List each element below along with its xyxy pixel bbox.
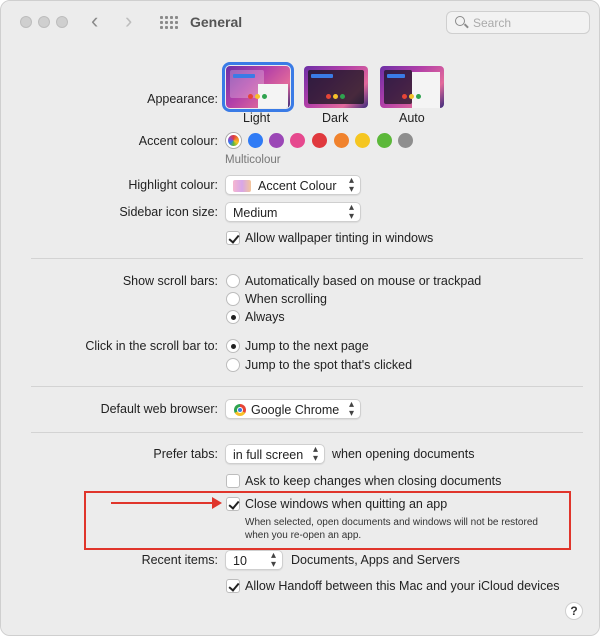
annotation-arrow-icon xyxy=(111,497,222,509)
close-window-button[interactable] xyxy=(20,16,32,28)
sidebar-icon-size-popup[interactable]: Medium ▴ ▾ xyxy=(225,202,361,222)
appearance-dark-thumbnail[interactable] xyxy=(304,66,368,108)
recent-items-suffix: Documents, Apps and Servers xyxy=(291,553,460,567)
show-scroll-bars-label: Show scroll bars: xyxy=(122,274,218,288)
close-windows-note-line1: When selected, open documents and window… xyxy=(245,517,538,528)
accent-colour-label: Accent colour: xyxy=(138,134,218,148)
accent-green-swatch[interactable] xyxy=(377,133,392,148)
search-icon xyxy=(455,16,465,26)
scroll-bars-automatic-radio[interactable] xyxy=(226,274,240,288)
accent-pink-swatch[interactable] xyxy=(290,133,305,148)
chevron-updown-icon: ▴ ▾ xyxy=(348,175,354,195)
wallpaper-tinting-checkbox[interactable] xyxy=(226,231,240,245)
appearance-auto-label: Auto xyxy=(399,111,425,125)
appearance-dark-label: Dark xyxy=(322,111,349,125)
recent-items-label: Recent items: xyxy=(141,553,218,567)
chevron-updown-icon: ▴ ▾ xyxy=(270,550,276,570)
highlight-colour-popup[interactable]: Accent Colour ▴ ▾ xyxy=(225,175,361,195)
window-title: General xyxy=(190,14,243,30)
appearance-light-label: Light xyxy=(243,111,271,125)
prefer-tabs-popup[interactable]: in full screen ▴ ▾ xyxy=(225,444,325,464)
accent-yellow-swatch[interactable] xyxy=(355,133,370,148)
click-spot-label: Jump to the spot that's clicked xyxy=(245,358,413,372)
chrome-icon xyxy=(234,404,246,416)
separator xyxy=(31,386,583,387)
ask-keep-changes-label: Ask to keep changes when closing documen… xyxy=(245,474,502,488)
general-pane: Appearance: Light Dark Auto Accent colou… xyxy=(1,45,599,635)
chevron-right-icon[interactable]: › xyxy=(125,10,132,32)
accent-red-swatch[interactable] xyxy=(312,133,327,148)
highlight-colour-value: Accent Colour xyxy=(258,179,337,193)
click-next-page-label: Jump to the next page xyxy=(245,339,369,353)
default-browser-value: Google Chrome xyxy=(251,403,340,417)
chevron-updown-icon: ▴ ▾ xyxy=(348,202,354,222)
handoff-label: Allow Handoff between this Mac and your … xyxy=(245,579,560,593)
highlight-swatch-icon xyxy=(233,180,251,192)
appearance-light-thumbnail[interactable] xyxy=(222,62,294,112)
click-scroll-bar-label: Click in the scroll bar to: xyxy=(85,339,218,353)
default-browser-label: Default web browser: xyxy=(100,402,218,416)
accent-purple-swatch[interactable] xyxy=(269,133,284,148)
scroll-bars-always-radio[interactable] xyxy=(226,310,240,324)
appearance-auto-thumbnail[interactable] xyxy=(380,66,444,108)
default-browser-popup[interactable]: Google Chrome ▴ ▾ xyxy=(225,399,361,419)
prefer-tabs-suffix: when opening documents xyxy=(332,447,475,461)
click-next-page-radio[interactable] xyxy=(226,339,240,353)
recent-items-popup[interactable]: 10 ▴ ▾ xyxy=(225,550,283,570)
accent-blue-swatch[interactable] xyxy=(248,133,263,148)
handoff-checkbox[interactable] xyxy=(226,579,240,593)
preferences-window: ‹ › General Search Appearance: Light Dar… xyxy=(0,0,600,636)
prefer-tabs-value: in full screen xyxy=(233,448,304,462)
chevron-updown-icon: ▴ ▾ xyxy=(348,399,354,419)
prefer-tabs-label: Prefer tabs: xyxy=(153,447,218,461)
zoom-window-button[interactable] xyxy=(56,16,68,28)
accent-multicolour-swatch[interactable] xyxy=(226,133,241,148)
ask-keep-changes-checkbox[interactable] xyxy=(226,474,240,488)
scroll-bars-always-label: Always xyxy=(245,310,285,324)
recent-items-value: 10 xyxy=(233,554,247,568)
minimize-window-button[interactable] xyxy=(38,16,50,28)
close-windows-note-line2: when you re-open an app. xyxy=(245,530,362,541)
wallpaper-tinting-label: Allow wallpaper tinting in windows xyxy=(245,231,434,245)
accent-orange-swatch[interactable] xyxy=(334,133,349,148)
help-button[interactable]: ? xyxy=(565,602,583,620)
separator xyxy=(31,258,583,259)
accent-graphite-swatch[interactable] xyxy=(398,133,413,148)
search-input[interactable]: Search xyxy=(446,11,590,34)
search-placeholder: Search xyxy=(473,16,512,30)
click-spot-radio[interactable] xyxy=(226,358,240,372)
accent-selected-name: Multicolour xyxy=(225,154,281,166)
chevron-left-icon[interactable]: ‹ xyxy=(91,10,98,32)
scroll-bars-automatic-label: Automatically based on mouse or trackpad xyxy=(245,274,482,288)
show-all-grid-icon[interactable] xyxy=(160,16,178,30)
appearance-label: Appearance: xyxy=(147,92,218,106)
scroll-bars-when-scrolling-radio[interactable] xyxy=(226,292,240,306)
titlebar: ‹ › General Search xyxy=(1,1,599,45)
chevron-updown-icon: ▴ ▾ xyxy=(312,444,318,464)
sidebar-icon-size-value: Medium xyxy=(233,206,278,220)
scroll-bars-when-scrolling-label: When scrolling xyxy=(245,292,327,306)
sidebar-icon-size-label: Sidebar icon size: xyxy=(119,205,218,219)
close-windows-label: Close windows when quitting an app xyxy=(245,497,448,511)
close-windows-checkbox[interactable] xyxy=(226,497,240,511)
highlight-colour-label: Highlight colour: xyxy=(128,178,218,192)
separator xyxy=(31,432,583,433)
